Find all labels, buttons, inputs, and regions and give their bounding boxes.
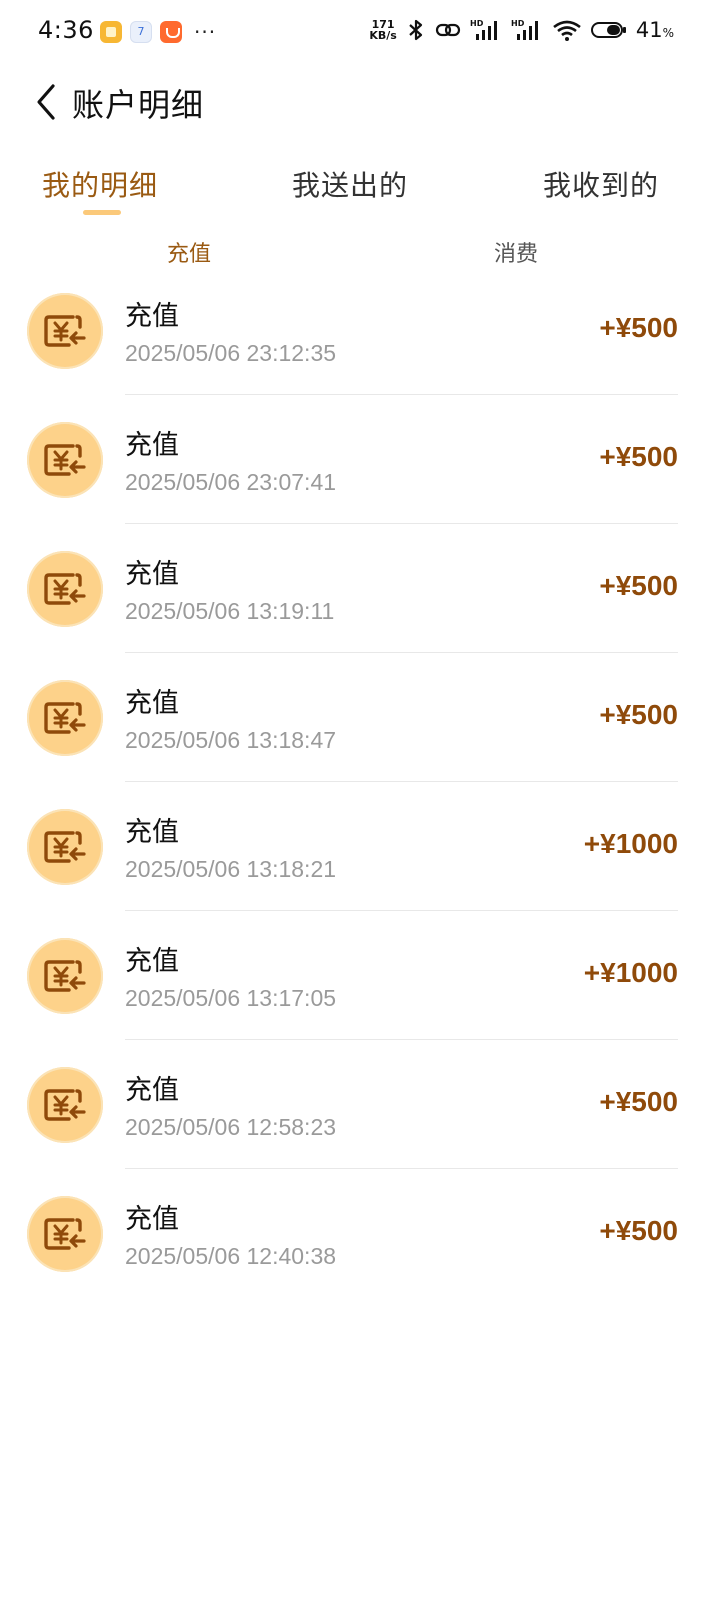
- wifi-icon: [552, 18, 582, 42]
- record-title: 充值: [125, 946, 179, 977]
- record-icon-badge: [27, 422, 103, 498]
- transaction-list: 充值 2025/05/06 23:12:35 +¥500 充值 2025/05/06 2…: [0, 266, 720, 1298]
- subtab-recharge[interactable]: 充值: [167, 236, 211, 268]
- calendar-app-icon: 7: [130, 21, 152, 43]
- signal-hd-icon-2: HD: [511, 18, 543, 42]
- record-amount: +¥500: [599, 1086, 678, 1117]
- list-item[interactable]: 充值 2025/05/06 13:19:11 +¥500: [0, 524, 720, 653]
- record-title: 充值: [125, 430, 179, 461]
- status-time: 4:36: [38, 16, 94, 44]
- record-amount: +¥500: [599, 312, 678, 343]
- record-icon-badge: [27, 1196, 103, 1272]
- list-item[interactable]: 充值 2025/05/06 13:17:05 +¥1000: [0, 911, 720, 1040]
- page-title: 账户明细: [72, 86, 205, 124]
- back-button[interactable]: [30, 82, 62, 122]
- link-icon: [435, 19, 461, 41]
- chevron-left-icon: [37, 84, 55, 120]
- recharge-yuan-icon: [44, 831, 86, 863]
- record-icon-badge: [27, 293, 103, 369]
- tab-sent[interactable]: 我送出的: [292, 164, 408, 204]
- record-amount: +¥500: [599, 699, 678, 730]
- list-item[interactable]: 充值 2025/05/06 12:40:38 +¥500: [0, 1169, 720, 1298]
- list-item[interactable]: 充值 2025/05/06 23:12:35 +¥500: [0, 266, 720, 395]
- tab-received[interactable]: 我收到的: [543, 164, 659, 204]
- status-notification-icons: 7 ···: [100, 20, 216, 44]
- recharge-yuan-icon: [44, 444, 86, 476]
- record-time: 2025/05/06 12:40:38: [125, 1243, 337, 1269]
- record-time: 2025/05/06 23:07:41: [125, 469, 337, 495]
- tab-bar: 我的明细 我送出的 我收到的: [0, 154, 720, 220]
- recharge-yuan-icon: [44, 315, 86, 347]
- recharge-yuan-icon: [44, 1218, 86, 1250]
- recharge-yuan-icon: [44, 1089, 86, 1121]
- record-amount: +¥500: [599, 1215, 678, 1246]
- more-notifications-icon: ···: [194, 20, 217, 44]
- record-time: 2025/05/06 13:18:21: [125, 856, 337, 882]
- record-title: 充值: [125, 688, 179, 719]
- record-time: 2025/05/06 23:12:35: [125, 340, 337, 366]
- svg-text:HD: HD: [470, 19, 484, 28]
- record-amount: +¥500: [599, 570, 678, 601]
- record-icon-badge: [27, 809, 103, 885]
- battery-unit: %: [662, 26, 674, 40]
- shopping-app-icon: [160, 21, 182, 43]
- record-amount: +¥500: [599, 441, 678, 472]
- notes-app-icon: [100, 21, 122, 43]
- active-tab-indicator: [83, 210, 121, 215]
- status-bar: 4:36 7 ··· 171 KB/s HD HD 41%: [0, 0, 720, 66]
- svg-text:HD: HD: [511, 19, 525, 28]
- record-amount: +¥1000: [583, 957, 678, 988]
- tab-my-details[interactable]: 我的明细: [42, 164, 158, 204]
- recharge-yuan-icon: [44, 573, 86, 605]
- record-icon-badge: [27, 938, 103, 1014]
- record-icon-badge: [27, 680, 103, 756]
- battery-value: 41: [635, 18, 663, 42]
- list-item[interactable]: 充值 2025/05/06 13:18:47 +¥500: [0, 653, 720, 782]
- page-header: 账户明细: [0, 66, 720, 138]
- recharge-yuan-icon: [44, 702, 86, 734]
- record-title: 充值: [125, 301, 179, 332]
- network-speed-unit: KB/s: [369, 29, 397, 42]
- record-title: 充值: [125, 559, 179, 590]
- status-system-icons: 171 KB/s HD HD 41%: [369, 18, 674, 42]
- battery-percentage: 41%: [636, 18, 674, 42]
- record-icon-badge: [27, 551, 103, 627]
- recharge-yuan-icon: [44, 960, 86, 992]
- list-item[interactable]: 充值 2025/05/06 12:58:23 +¥500: [0, 1040, 720, 1169]
- network-speed: 171 KB/s: [369, 19, 396, 41]
- record-time: 2025/05/06 12:58:23: [125, 1114, 337, 1140]
- record-title: 充值: [125, 817, 179, 848]
- record-title: 充值: [125, 1075, 179, 1106]
- record-icon-badge: [27, 1067, 103, 1143]
- record-time: 2025/05/06 13:17:05: [125, 985, 337, 1011]
- subtab-consumption[interactable]: 消费: [494, 236, 538, 268]
- signal-hd-icon-1: HD: [470, 18, 502, 42]
- list-item[interactable]: 充值 2025/05/06 23:07:41 +¥500: [0, 395, 720, 524]
- battery-icon: [590, 20, 627, 40]
- bluetooth-icon: [406, 18, 426, 42]
- record-time: 2025/05/06 13:19:11: [125, 598, 335, 624]
- record-title: 充值: [125, 1204, 179, 1235]
- list-item[interactable]: 充值 2025/05/06 13:18:21 +¥1000: [0, 782, 720, 911]
- record-amount: +¥1000: [583, 828, 678, 859]
- record-time: 2025/05/06 13:18:47: [125, 727, 337, 753]
